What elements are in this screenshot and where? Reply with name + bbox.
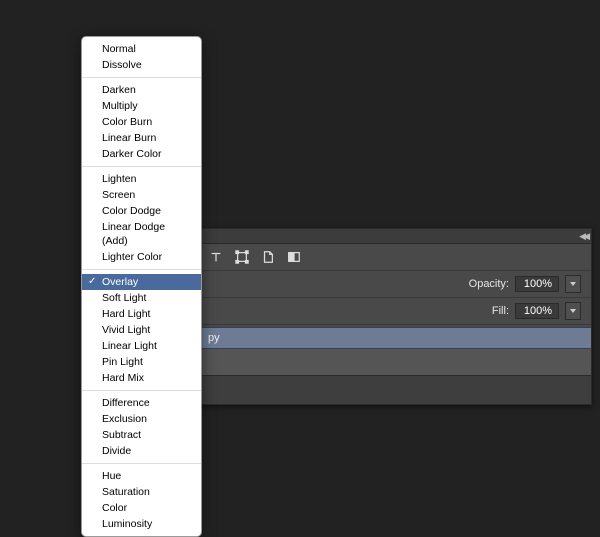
type-icon[interactable] — [208, 249, 224, 265]
menu-item-label: Multiply — [102, 100, 138, 112]
blend-mode-linear-burn[interactable]: Linear Burn — [82, 130, 201, 146]
menu-item-label: Screen — [102, 189, 135, 201]
menu-item-label: Hard Mix — [102, 372, 144, 384]
blend-mode-soft-light[interactable]: Soft Light — [82, 290, 201, 306]
menu-item-label: Color Dodge — [102, 205, 161, 217]
blend-mode-lighter-color[interactable]: Lighter Color — [82, 249, 201, 265]
panel-footer — [198, 375, 591, 404]
menu-item-label: Lighten — [102, 173, 136, 185]
transform-icon[interactable] — [234, 249, 250, 265]
menu-item-label: Linear Light — [102, 340, 157, 352]
blend-mode-linear-light[interactable]: Linear Light — [82, 338, 201, 354]
menu-item-label: Divide — [102, 445, 131, 457]
menu-item-label: Color — [102, 502, 127, 514]
blend-mode-multiply[interactable]: Multiply — [82, 98, 201, 114]
layer-name: py — [208, 332, 220, 344]
blend-mode-hard-mix[interactable]: Hard Mix — [82, 370, 201, 386]
blend-mode-screen[interactable]: Screen — [82, 187, 201, 203]
menu-item-label: Normal — [102, 43, 136, 55]
menu-item-label: Dissolve — [102, 59, 142, 71]
opacity-row: Opacity: 100% — [198, 271, 591, 298]
menu-item-label: Luminosity — [102, 518, 152, 530]
check-icon: ✓ — [88, 275, 96, 289]
menu-item-label: Lighter Color — [102, 251, 162, 263]
blend-mode-hard-light[interactable]: Hard Light — [82, 306, 201, 322]
menu-item-label: Subtract — [102, 429, 141, 441]
menu-item-label: Soft Light — [102, 292, 146, 304]
blend-mode-darker-color[interactable]: Darker Color — [82, 146, 201, 162]
menu-item-label: Pin Light — [102, 356, 143, 368]
menu-item-label: Hue — [102, 470, 121, 482]
fill-label: Fill: — [492, 305, 509, 317]
opacity-dropdown-icon[interactable] — [565, 275, 581, 293]
blend-mode-menu[interactable]: Normal Dissolve Darken Multiply Color Burn Li… — [81, 36, 202, 537]
fill-value[interactable]: 100% — [515, 303, 559, 319]
menu-item-label: Linear Dodge (Add) — [102, 221, 165, 247]
menu-item-label: Darker Color — [102, 148, 162, 160]
blend-mode-exclusion[interactable]: Exclusion — [82, 411, 201, 427]
blend-mode-overlay[interactable]: ✓ Overlay — [82, 274, 201, 290]
menu-item-label: Darken — [102, 84, 136, 96]
mask-icon[interactable] — [286, 249, 302, 265]
opacity-value[interactable]: 100% — [515, 276, 559, 292]
blend-mode-saturation[interactable]: Saturation — [82, 484, 201, 500]
menu-item-label: Linear Burn — [102, 132, 156, 144]
blend-mode-luminosity[interactable]: Luminosity — [82, 516, 201, 532]
menu-item-label: Hard Light — [102, 308, 150, 320]
blend-mode-hue[interactable]: Hue — [82, 468, 201, 484]
opacity-label: Opacity: — [469, 278, 509, 290]
menu-item-label: Overlay — [102, 276, 138, 288]
blend-mode-pin-light[interactable]: Pin Light — [82, 354, 201, 370]
layer-list-area — [198, 349, 591, 375]
fill-dropdown-icon[interactable] — [565, 302, 581, 320]
menu-item-label: Difference — [102, 397, 150, 409]
blend-mode-linear-dodge-add-[interactable]: Linear Dodge (Add) — [82, 219, 201, 249]
blend-mode-dissolve[interactable]: Dissolve — [82, 57, 201, 73]
fill-row: Fill: 100% — [198, 298, 591, 325]
blend-mode-subtract[interactable]: Subtract — [82, 427, 201, 443]
blend-mode-color-dodge[interactable]: Color Dodge — [82, 203, 201, 219]
menu-item-label: Exclusion — [102, 413, 147, 425]
menu-item-label: Vivid Light — [102, 324, 150, 336]
selected-layer-row[interactable]: py — [198, 327, 591, 349]
layers-panel: ◀◀ Opacity: 100% Fill: 100% py — [197, 228, 592, 405]
collapse-icon[interactable]: ◀◀ — [579, 231, 587, 242]
panel-header: ◀◀ — [198, 229, 591, 244]
blend-mode-color[interactable]: Color — [82, 500, 201, 516]
document-icon[interactable] — [260, 249, 276, 265]
menu-item-label: Saturation — [102, 486, 150, 498]
blend-mode-vivid-light[interactable]: Vivid Light — [82, 322, 201, 338]
blend-mode-divide[interactable]: Divide — [82, 443, 201, 459]
blend-mode-normal[interactable]: Normal — [82, 41, 201, 57]
blend-mode-difference[interactable]: Difference — [82, 395, 201, 411]
blend-mode-lighten[interactable]: Lighten — [82, 171, 201, 187]
blend-mode-color-burn[interactable]: Color Burn — [82, 114, 201, 130]
menu-item-label: Color Burn — [102, 116, 152, 128]
panel-toolbar — [198, 244, 591, 271]
blend-mode-darken[interactable]: Darken — [82, 82, 201, 98]
